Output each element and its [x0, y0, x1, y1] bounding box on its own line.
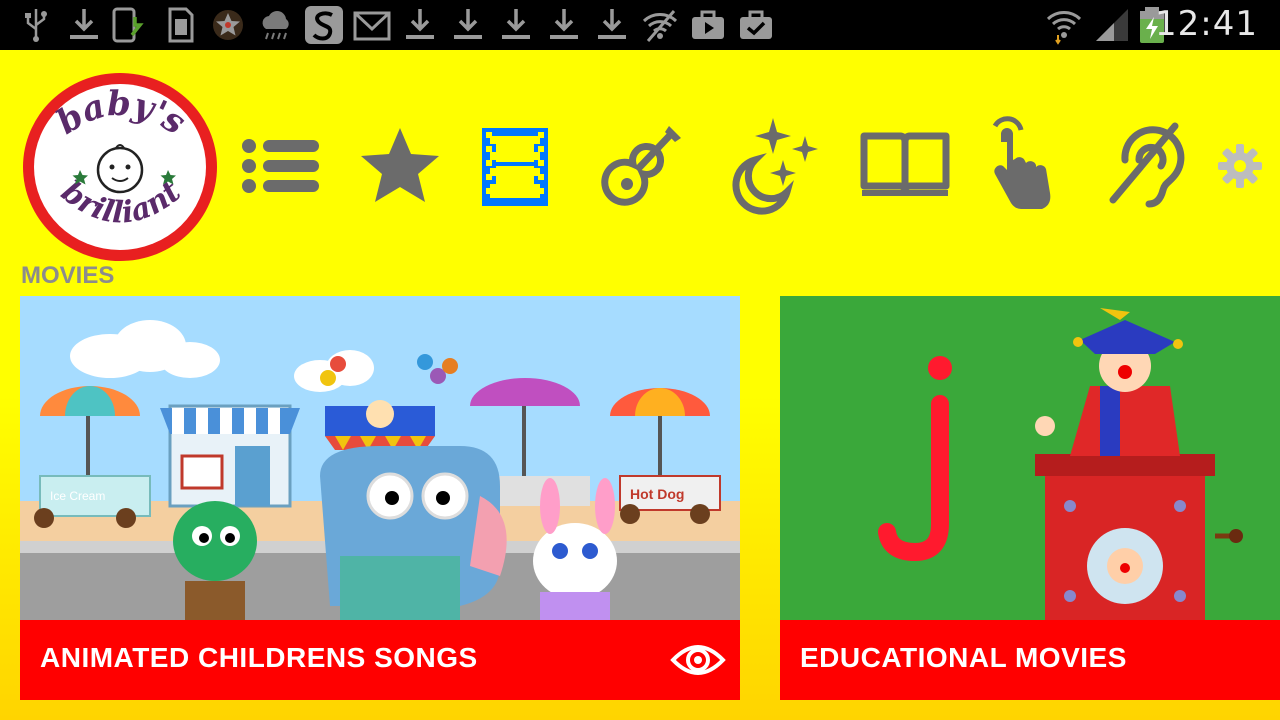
- movie-card-animated-songs[interactable]: Ice Cream Hot Dog ANIMATED CHILDRENS SON…: [20, 296, 740, 700]
- list-icon: [242, 139, 319, 193]
- signal-icon: [1092, 5, 1132, 45]
- nav-hearing-button[interactable]: [1095, 112, 1205, 222]
- wifi-off-icon: [640, 5, 680, 45]
- card-caption: EDUCATIONAL MOVIES: [780, 620, 1280, 700]
- briefcase-play-icon: [688, 5, 728, 45]
- movie-card-educational[interactable]: EDUCATIONAL MOVIES: [780, 296, 1280, 700]
- movie-thumbnail: [780, 296, 1280, 620]
- gmail-icon: [352, 5, 392, 45]
- usb-icon: [16, 5, 56, 45]
- film-icon: [482, 128, 548, 206]
- nav-music-button[interactable]: [585, 112, 695, 222]
- star-icon: [361, 128, 439, 202]
- hot-dog-sign: Hot Dog: [630, 486, 684, 502]
- weather-icon: [256, 5, 296, 45]
- status-bar: 12:41: [0, 0, 1280, 50]
- card-title: ANIMATED CHILDRENS SONGS: [40, 642, 478, 673]
- eye-icon: [670, 638, 726, 682]
- nav-favorites-button[interactable]: [345, 112, 455, 222]
- phone-update-icon: [108, 5, 148, 45]
- section-title: MOVIES: [21, 262, 115, 289]
- download-icon: [448, 5, 488, 45]
- book-icon: [860, 132, 950, 196]
- nav-night-button[interactable]: [715, 112, 825, 222]
- wifi-icon: [1044, 5, 1084, 45]
- nav-books-button[interactable]: [850, 112, 960, 222]
- touch-hand-icon: [992, 116, 1051, 209]
- hearing-icon: [1109, 122, 1185, 208]
- download-icon: [544, 5, 584, 45]
- briefcase-check-icon: [736, 5, 776, 45]
- download-icon: [64, 5, 104, 45]
- babys-brilliant-logo[interactable]: baby's brilliant: [20, 70, 220, 265]
- nav-movies-button[interactable]: [460, 112, 570, 222]
- moon-stars-icon: [732, 118, 818, 215]
- gear-icon: [1218, 144, 1262, 188]
- settings-button[interactable]: [1216, 142, 1264, 190]
- card-caption: ANIMATED CHILDRENS SONGS: [20, 620, 740, 700]
- guitar-icon: [601, 126, 681, 206]
- star-badge-icon: [208, 5, 248, 45]
- download-icon: [496, 5, 536, 45]
- download-icon: [592, 5, 632, 45]
- clock: 12:41: [1155, 4, 1258, 44]
- ice-cream-sign: Ice Cream: [50, 489, 105, 503]
- movie-thumbnail: Ice Cream Hot Dog: [20, 296, 740, 620]
- nav-touch-button[interactable]: [975, 112, 1085, 222]
- download-icon: [400, 5, 440, 45]
- card-title: EDUCATIONAL MOVIES: [800, 642, 1127, 673]
- nav-list-button[interactable]: [225, 112, 335, 222]
- sd-card-icon: [160, 5, 200, 45]
- swype-icon: [304, 5, 344, 45]
